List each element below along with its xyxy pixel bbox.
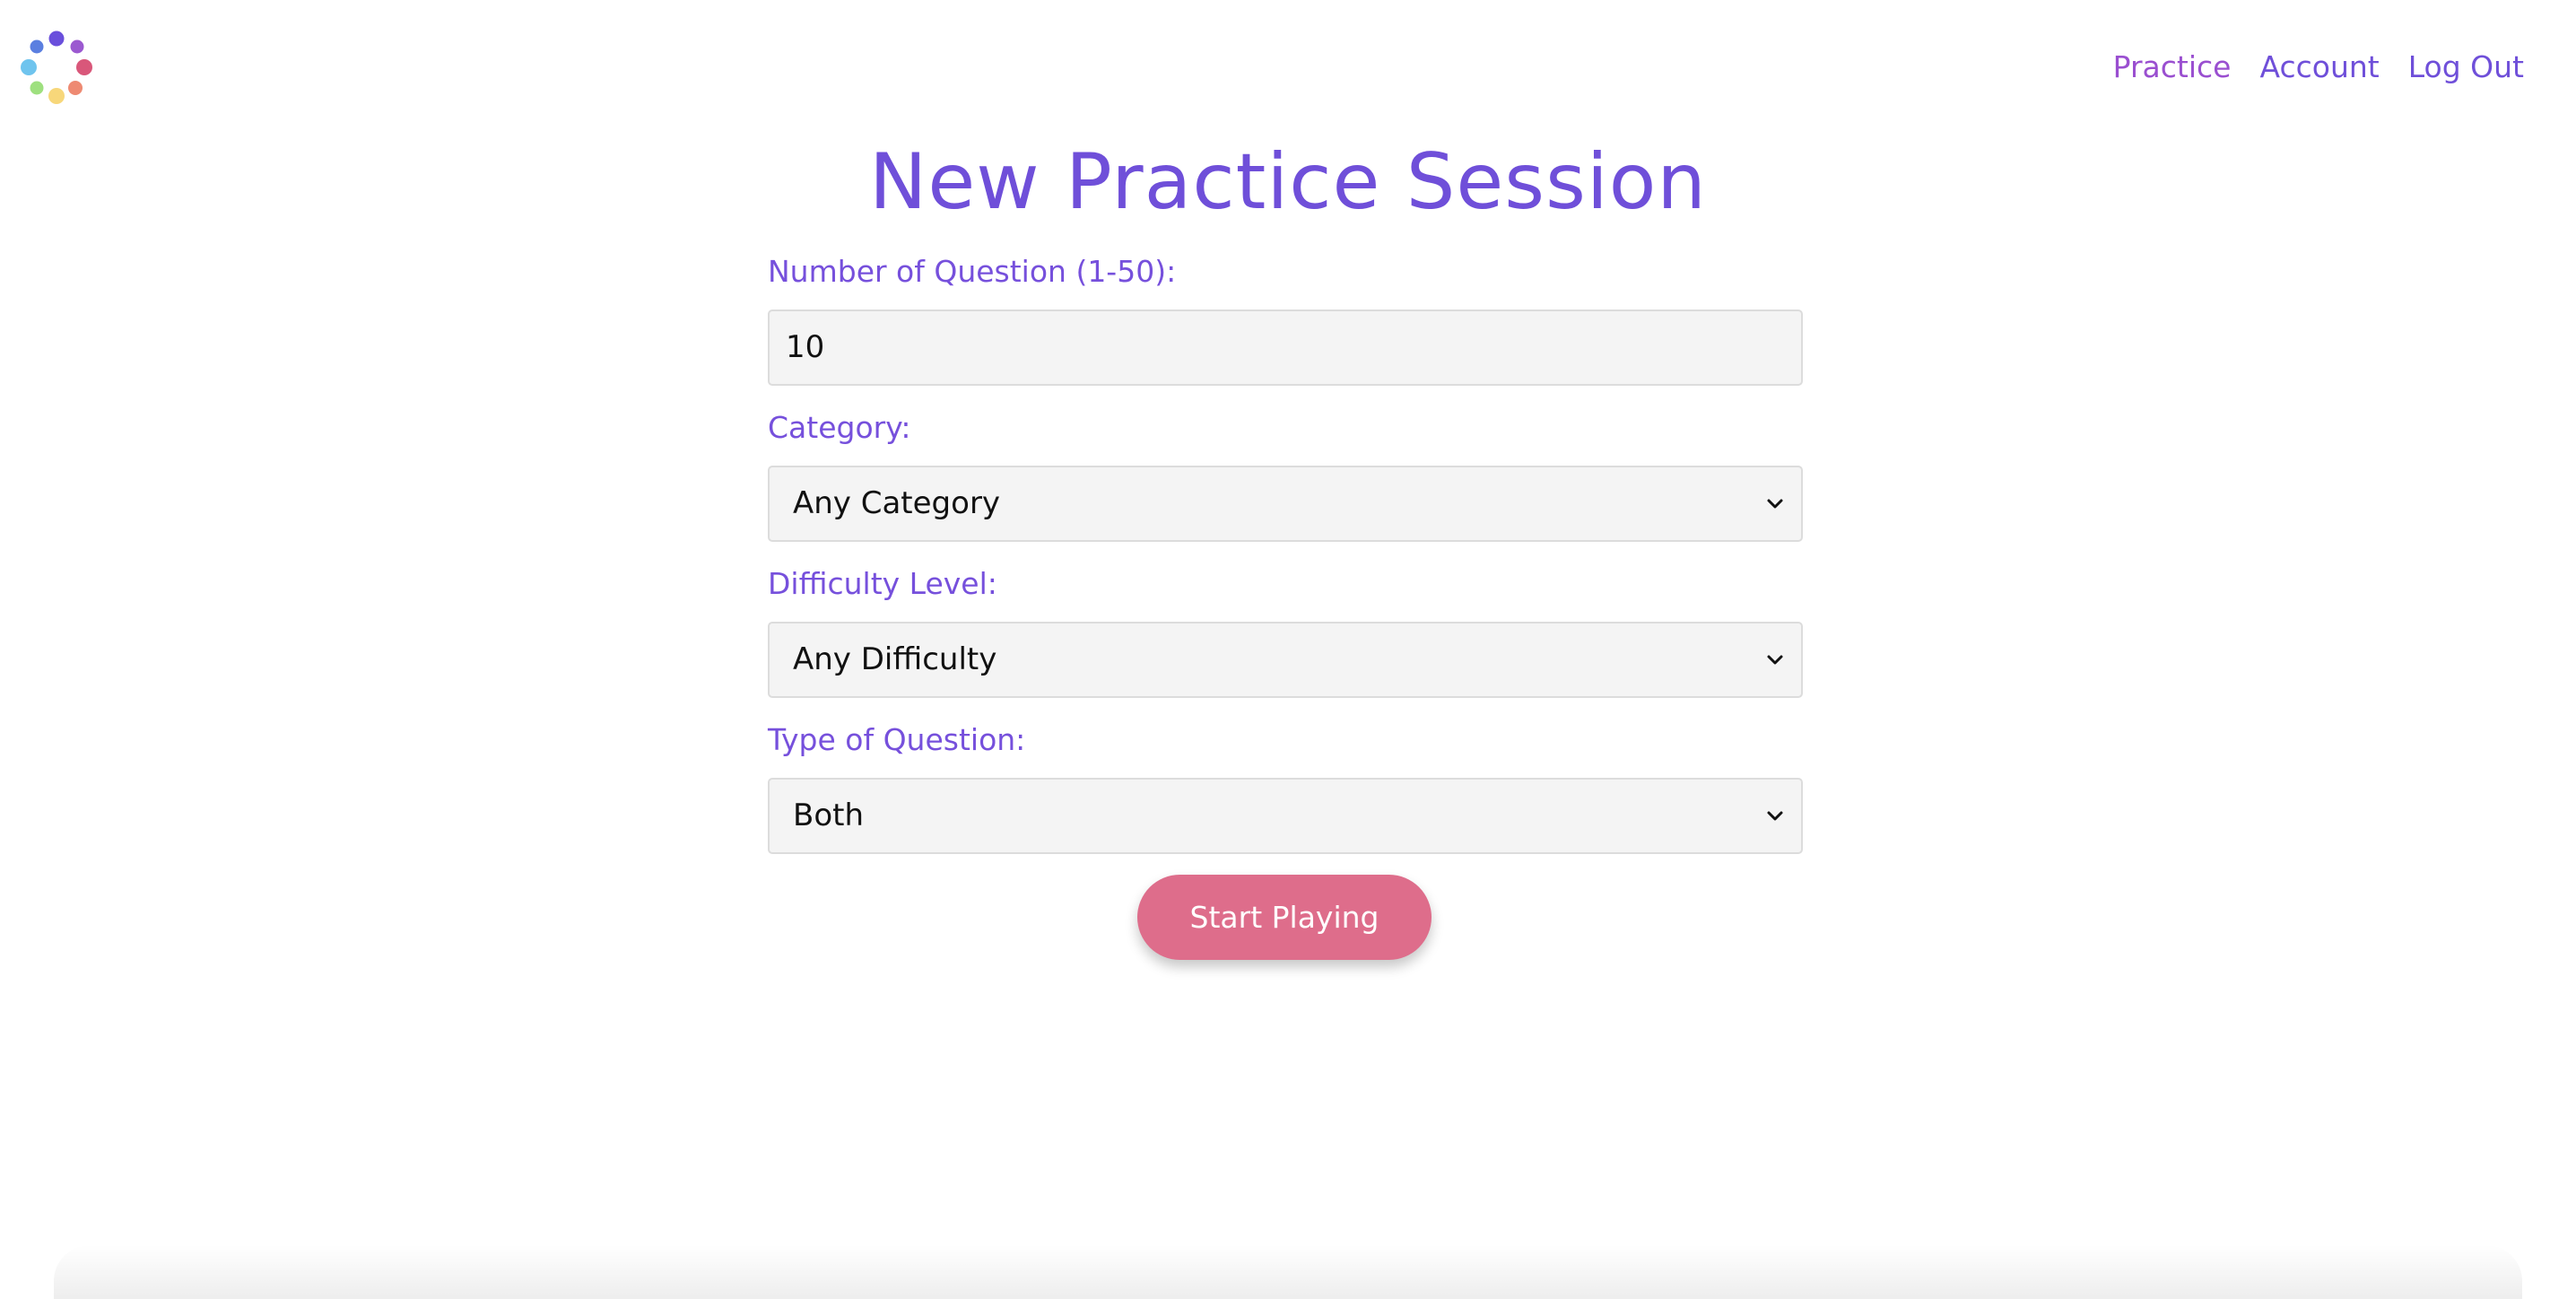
nav-account-link[interactable]: Account bbox=[2259, 45, 2379, 90]
page: Practice Account Log Out New Practice Se… bbox=[0, 0, 2576, 1299]
bottom-shadow-divider bbox=[54, 1245, 2522, 1299]
num-questions-input[interactable]: 10 bbox=[768, 309, 1803, 386]
nav-logout-link[interactable]: Log Out bbox=[2408, 45, 2524, 90]
question-type-selected-value: Both bbox=[793, 798, 865, 833]
start-playing-button[interactable]: Start Playing bbox=[1137, 875, 1432, 960]
top-nav: Practice Account Log Out bbox=[2113, 45, 2524, 90]
category-selected-value: Any Category bbox=[793, 485, 1001, 521]
logo-link[interactable] bbox=[16, 27, 97, 108]
question-type-select[interactable]: Both bbox=[768, 778, 1803, 854]
difficulty-label: Difficulty Level: bbox=[768, 566, 997, 601]
nav-practice-link[interactable]: Practice bbox=[2113, 45, 2232, 90]
dots-circle-logo-icon bbox=[21, 31, 92, 104]
chevron-down-icon bbox=[1765, 494, 1785, 514]
num-questions-label: Number of Question (1-50): bbox=[768, 254, 1177, 289]
num-questions-value: 10 bbox=[786, 329, 825, 365]
difficulty-selected-value: Any Difficulty bbox=[793, 641, 997, 677]
chevron-down-icon bbox=[1765, 650, 1785, 670]
category-select[interactable]: Any Category bbox=[768, 466, 1803, 542]
practice-session-form: Number of Question (1-50): 10 Category: … bbox=[768, 249, 1803, 874]
category-label: Category: bbox=[768, 410, 911, 445]
chevron-down-icon bbox=[1765, 806, 1785, 826]
difficulty-select[interactable]: Any Difficulty bbox=[768, 622, 1803, 698]
page-title: New Practice Session bbox=[869, 137, 1707, 227]
question-type-label: Type of Question: bbox=[768, 722, 1026, 757]
